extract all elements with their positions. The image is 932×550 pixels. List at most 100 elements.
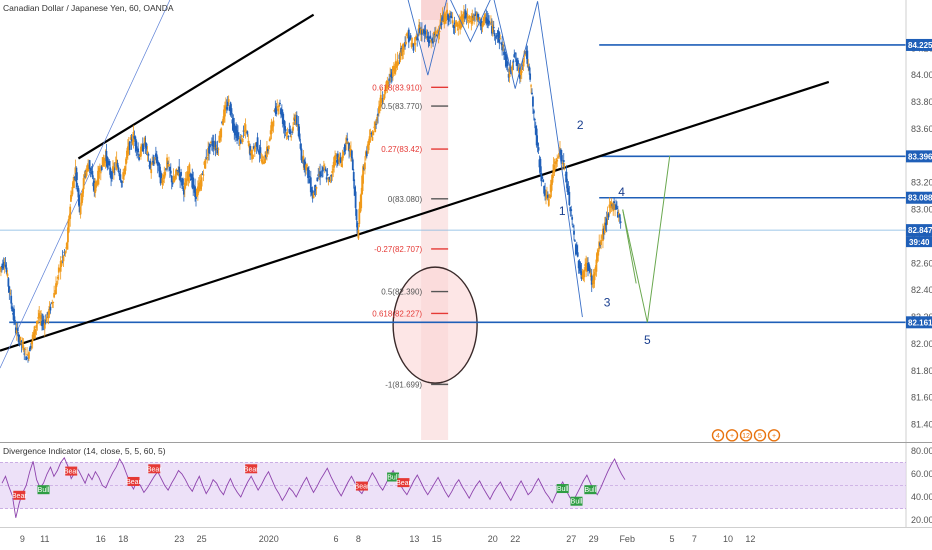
- candle-body: [24, 348, 27, 350]
- candle-body: [99, 172, 102, 174]
- candle-body: [119, 174, 122, 181]
- price-tick-label: 83.800: [911, 97, 932, 107]
- candle-body: [568, 191, 571, 205]
- candle-body: [542, 179, 545, 182]
- fib-label-3: 0(83.080): [388, 195, 423, 204]
- time-tick-label: 15: [432, 534, 442, 544]
- candle-body: [562, 160, 565, 163]
- chart-stage[interactable]: 0.618(83.910) 0.5(83.770) 0.27(83.42) 0(83.…: [0, 0, 932, 550]
- time-tick-label: 6: [333, 534, 338, 544]
- candle-body: [346, 138, 349, 141]
- event-badge-text-4: +: [772, 433, 776, 440]
- candle-body: [168, 164, 170, 167]
- time-tick-label: 10: [723, 534, 733, 544]
- candle-body: [241, 138, 244, 143]
- candle-body: [209, 143, 211, 148]
- candle-body: [69, 206, 72, 219]
- candle-body: [600, 239, 602, 245]
- divergence-tag-text-4: Bear: [147, 466, 162, 473]
- candle-body: [372, 131, 375, 136]
- candle-body: [325, 177, 328, 180]
- price-tick-label: 84.000: [911, 70, 932, 80]
- time-tick-label: 2020: [259, 534, 279, 544]
- countdown-text: 39:40: [909, 238, 930, 247]
- candle-body: [67, 219, 70, 233]
- candle-body: [306, 164, 308, 166]
- rsi-tick-label: 40.00: [911, 492, 932, 502]
- divergence-tag-text-11: Bull: [585, 487, 597, 494]
- time-tick-label: Feb: [619, 534, 635, 544]
- candle-body: [414, 43, 417, 45]
- candle-body: [537, 147, 540, 151]
- candle-body: [142, 147, 145, 149]
- candle-body: [383, 94, 386, 99]
- candle-body: [563, 165, 566, 167]
- price-tick-label: 83.200: [911, 178, 932, 188]
- candle-body: [230, 108, 233, 114]
- event-badges[interactable]: 4 +12 5 +: [711, 429, 781, 442]
- price-tag-text-2: 83.088: [908, 194, 932, 203]
- divergence-tag-text-6: Bear: [355, 484, 370, 491]
- candle-body: [150, 169, 153, 174]
- chart-canvas[interactable]: 0.618(83.910) 0.5(83.770) 0.27(83.42) 0(83.…: [0, 0, 932, 550]
- candle-body: [571, 217, 574, 220]
- time-tick-label: 18: [118, 534, 128, 544]
- candle-body: [573, 230, 575, 235]
- candle-body: [164, 171, 167, 176]
- candle-body: [147, 153, 150, 156]
- candle-body: [7, 278, 10, 287]
- divergence-tag-text-8: Bear: [396, 480, 411, 487]
- fib-label-0: 0.618(83.910): [372, 83, 422, 92]
- candle-body: [326, 174, 329, 176]
- price-tick-label: 81.600: [911, 393, 932, 403]
- candle-body: [429, 35, 432, 39]
- candle-body: [180, 171, 182, 176]
- event-badge-text-2: 12: [742, 433, 750, 440]
- candle-body: [517, 60, 519, 65]
- candle-body: [26, 353, 28, 355]
- candle-body: [49, 306, 52, 311]
- divergence-tag-text-5: Bear: [244, 466, 259, 473]
- price-tick-label: 82.000: [911, 339, 932, 349]
- fib-label-2: 0.27(83.42): [381, 145, 422, 154]
- candle-body: [113, 168, 116, 170]
- fib-label-4: -0.27(82.707): [374, 245, 422, 254]
- wave-label-3: 3: [604, 295, 611, 309]
- candle-body: [14, 319, 16, 322]
- divergence-tag-text-0: Bear: [12, 493, 27, 500]
- price-tick-label: 83.600: [911, 124, 932, 134]
- candle-body: [405, 41, 407, 45]
- divergence-tag-text-9: Bull: [557, 486, 569, 493]
- highlight-circle[interactable]: [392, 266, 478, 384]
- candle-body: [62, 255, 65, 262]
- candle-body: [541, 176, 544, 180]
- candle-body: [128, 141, 131, 150]
- candle-body: [16, 328, 19, 332]
- price-tick-label: 82.400: [911, 285, 932, 295]
- candle-body: [618, 214, 621, 218]
- candle-body: [428, 40, 431, 44]
- price-tag-text-3: 82.847: [908, 226, 932, 235]
- candle-body: [466, 14, 469, 21]
- candle-body: [240, 135, 243, 137]
- wave-label-2: 2: [577, 118, 584, 132]
- candle-body: [137, 148, 140, 153]
- candle-body: [499, 38, 502, 40]
- candle-body: [492, 26, 495, 29]
- candle-body: [619, 221, 622, 223]
- candle-body: [79, 206, 82, 215]
- candle-body: [286, 132, 289, 134]
- time-tick-label: 27: [566, 534, 576, 544]
- time-tick-label: 9: [20, 534, 25, 544]
- candle-body: [279, 102, 281, 105]
- wave-label-4: 4: [618, 185, 625, 199]
- rsi-tick-label: 20.00: [911, 515, 932, 525]
- event-badge-text-0: 4: [716, 433, 720, 440]
- candle-body: [530, 85, 532, 87]
- price-tick-label: 83.000: [911, 205, 932, 215]
- price-tag-text-0: 84.225: [908, 41, 932, 50]
- candle-body: [532, 110, 535, 114]
- candle-body: [315, 186, 318, 189]
- candle-body: [451, 20, 454, 24]
- time-tick-label: 22: [510, 534, 520, 544]
